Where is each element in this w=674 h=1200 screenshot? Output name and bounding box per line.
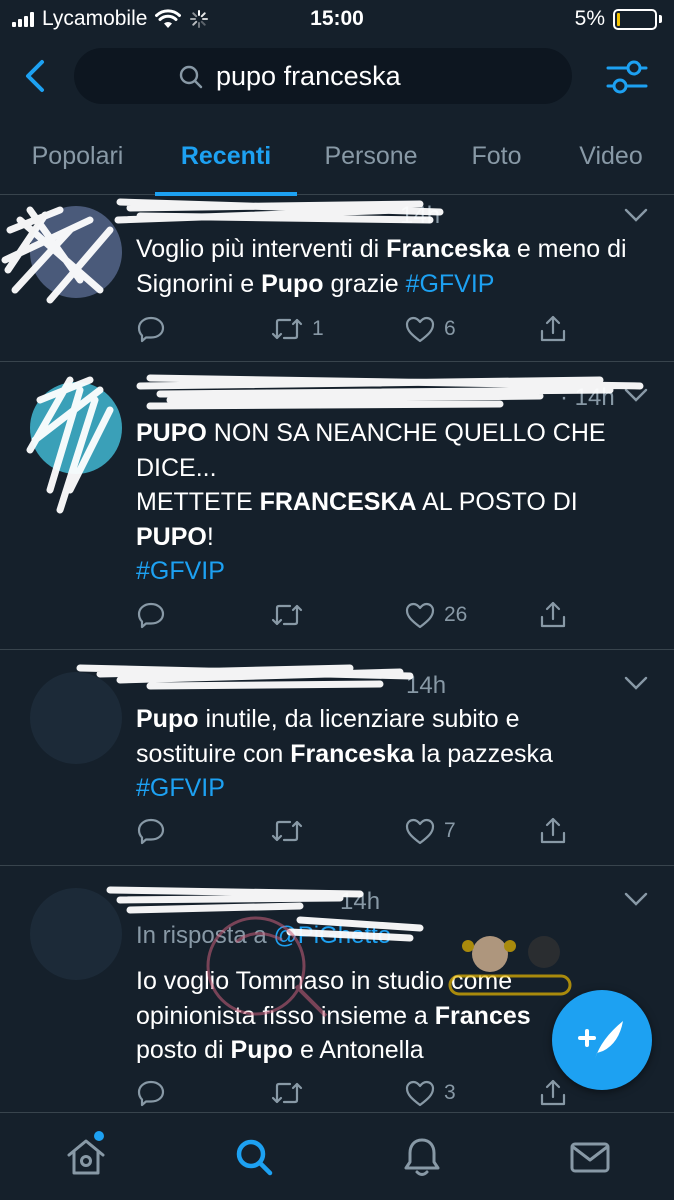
tweet-time: 14h <box>406 672 447 699</box>
heart-icon <box>405 602 435 629</box>
like-button[interactable]: 7 <box>404 816 456 846</box>
battery-percent: 5% <box>574 7 605 30</box>
tweet-time: · 14h <box>560 384 615 411</box>
filter-sliders-icon[interactable] <box>606 56 648 98</box>
retweet-button[interactable] <box>270 1078 312 1108</box>
tweet-3[interactable]: 14h Pupo inutile, da licenziare subito e… <box>0 650 674 866</box>
share-icon <box>540 315 566 342</box>
tab-recenti[interactable]: Recenti <box>155 118 297 196</box>
new-content-dot <box>94 1131 104 1141</box>
tweet-time: 14h <box>400 202 441 229</box>
like-button[interactable]: 3 <box>404 1078 456 1108</box>
share-icon <box>540 1079 566 1106</box>
retweet-icon <box>271 604 303 626</box>
tweet-text: Pupo inutile, da licenziare subito e sos… <box>136 702 606 806</box>
home-icon[interactable] <box>64 1135 108 1179</box>
explore-search-icon[interactable] <box>232 1135 276 1179</box>
tab-persone[interactable]: Persone <box>297 118 445 195</box>
retweet-count: 1 <box>312 317 324 340</box>
chevron-down-icon[interactable] <box>624 388 648 402</box>
clock: 15:00 <box>310 7 364 30</box>
reply-button[interactable] <box>136 600 166 630</box>
back-icon[interactable] <box>18 56 54 96</box>
comment-icon <box>137 316 165 343</box>
avatar[interactable] <box>30 672 122 764</box>
compose-tweet-button[interactable] <box>552 990 652 1090</box>
status-bar: Lycamobile 15:00 5% <box>0 0 674 38</box>
reply-handle-link[interactable]: @PiGhetto <box>273 922 391 949</box>
search-icon <box>179 65 203 89</box>
share-button[interactable] <box>538 314 568 344</box>
reply-button[interactable] <box>136 1078 166 1108</box>
hashtag-link[interactable]: #GFVIP <box>136 554 636 589</box>
share-button[interactable] <box>538 816 568 846</box>
tweet-actions: 7 <box>136 816 576 850</box>
bottom-tab-bar <box>0 1112 674 1200</box>
share-icon <box>540 601 566 628</box>
tweet-text: Io voglio Tommaso in studio come opinion… <box>136 967 531 1064</box>
heart-icon <box>405 1080 435 1107</box>
tab-foto[interactable]: Foto <box>445 118 548 195</box>
retweet-icon <box>271 1082 303 1104</box>
chevron-down-icon[interactable] <box>624 208 648 222</box>
retweet-button[interactable] <box>270 816 312 846</box>
hashtag-link[interactable]: #GFVIP <box>406 270 495 298</box>
hashtag-link[interactable]: #GFVIP <box>136 771 606 806</box>
avatar[interactable] <box>30 206 122 298</box>
reply-button[interactable] <box>136 816 166 846</box>
chevron-down-icon[interactable] <box>624 892 648 906</box>
like-count: 7 <box>444 819 456 842</box>
reply-to-line: In risposta a @PiGhetto <box>136 922 392 949</box>
tweet-text: PUPO NON SA NEANCHE QUELLO CHE DICE... M… <box>136 416 636 589</box>
tweet-1[interactable]: 14h Voglio più interventi di Franceska e… <box>0 196 674 362</box>
like-button[interactable]: 6 <box>404 314 456 344</box>
heart-icon <box>405 818 435 845</box>
search-input[interactable] <box>216 56 556 96</box>
avatar[interactable] <box>30 382 122 474</box>
search-header <box>0 38 674 116</box>
like-count: 26 <box>444 603 468 626</box>
envelope-icon[interactable] <box>568 1135 612 1179</box>
share-icon <box>540 817 566 844</box>
retweet-button[interactable] <box>270 600 312 630</box>
battery-icon <box>613 8 657 30</box>
share-button[interactable] <box>538 600 568 630</box>
tweet-actions: 26 <box>136 600 576 634</box>
retweet-button[interactable]: 1 <box>270 314 324 344</box>
tweet-text: Voglio più interventi di Franceska e men… <box>136 235 627 298</box>
like-button[interactable]: 26 <box>404 600 467 630</box>
comment-icon <box>137 602 165 629</box>
comment-icon <box>137 1080 165 1107</box>
bell-icon[interactable] <box>400 1135 444 1179</box>
tab-popolari[interactable]: Popolari <box>0 118 155 195</box>
like-count: 6 <box>444 317 456 340</box>
comment-icon <box>137 818 165 845</box>
reply-button[interactable] <box>136 314 166 344</box>
tweet-actions: 3 <box>136 1078 576 1112</box>
tweet-actions: 1 6 <box>136 314 576 348</box>
like-count: 3 <box>444 1081 456 1104</box>
search-tabs: Popolari Recenti Persone Foto Video <box>0 118 674 196</box>
search-box[interactable] <box>74 48 572 104</box>
tweet-2[interactable]: · 14h PUPO NON SA NEANCHE QUELLO CHE DIC… <box>0 362 674 650</box>
heart-icon <box>405 316 435 343</box>
battery: 5% <box>575 7 662 31</box>
share-button[interactable] <box>538 1078 568 1108</box>
chevron-down-icon[interactable] <box>624 676 648 690</box>
avatar[interactable] <box>30 888 122 980</box>
compose-tweet-icon <box>578 1021 623 1059</box>
tab-video[interactable]: Video <box>548 118 674 195</box>
retweet-icon <box>271 820 303 842</box>
tweet-time: 14h <box>340 888 381 915</box>
retweet-icon <box>271 318 303 340</box>
